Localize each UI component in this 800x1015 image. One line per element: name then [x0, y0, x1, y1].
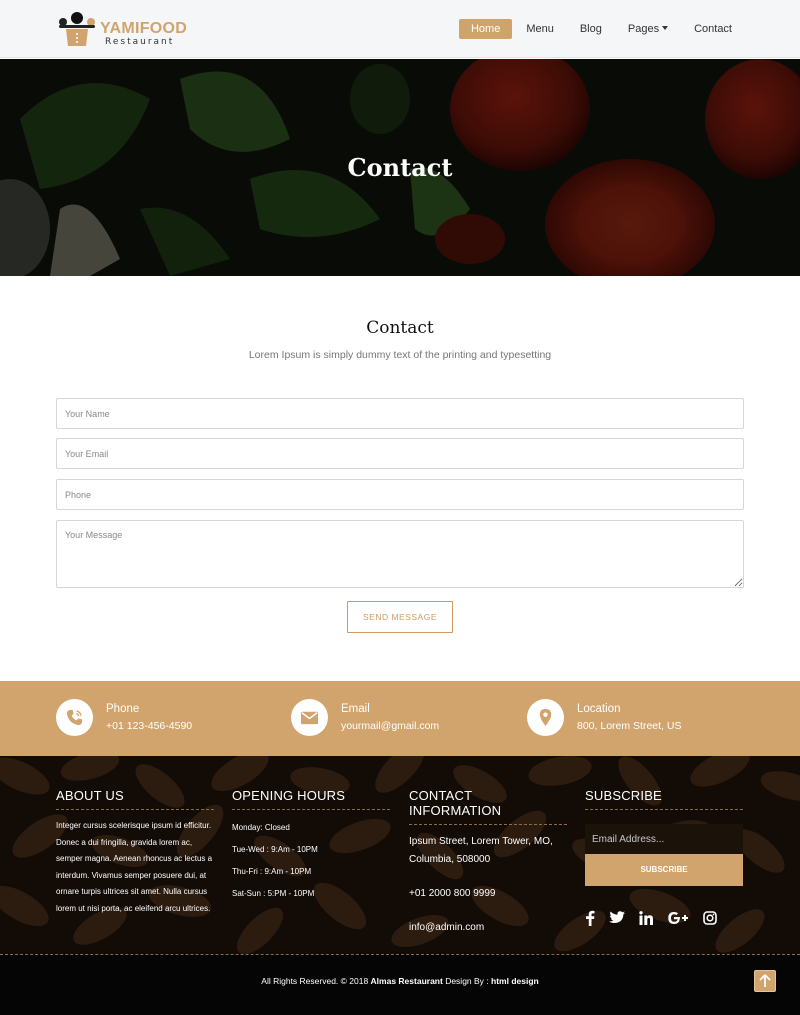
hours-line: Sat-Sun : 5:PM - 10PM — [232, 889, 315, 898]
about-text: Integer cursus scelerisque ipsum id effi… — [56, 821, 213, 913]
hours-line: Tue-Wed : 9:Am - 10PM — [232, 845, 318, 854]
send-message-button[interactable]: SEND MESSAGE — [347, 601, 453, 633]
contact-address-line1: Ipsum Street, Lorem Tower, MO, — [409, 836, 553, 847]
main-menu: Home Menu Blog Pages Contact — [457, 19, 744, 39]
copyright-middle: Design By : — [442, 976, 492, 986]
footer-subscribe: SUBSCRIBE SUBSCRIBE — [585, 788, 743, 948]
contact-subtitle: Lorem Ipsum is simply dummy text of the … — [248, 349, 552, 361]
navbar: YAMIFOOD Restaurant Home Menu Blog Pages… — [0, 0, 800, 58]
info-email-label: Email — [341, 703, 370, 715]
copyright-company-link[interactable]: Almas Restaurant — [371, 976, 443, 986]
subscribe-title: SUBSCRIBE — [585, 788, 743, 810]
footer-hours: OPENING HOURS Monday: Closed Tue-Wed : 9… — [232, 788, 390, 898]
contact-email[interactable]: info@admin.com — [409, 919, 567, 937]
brand-name: YAMIFOOD — [100, 20, 188, 37]
message-textarea[interactable] — [56, 520, 744, 588]
info-location-value: 800, Lorem Street, US — [577, 720, 682, 732]
twitter-icon[interactable] — [609, 910, 625, 926]
nav-contact[interactable]: Contact — [682, 19, 744, 39]
nav-home[interactable]: Home — [458, 19, 513, 39]
contact-info-title: CONTACT INFORMATION — [409, 788, 567, 825]
info-email-value: yourmail@gmail.com — [341, 720, 440, 732]
brand-logo[interactable]: YAMIFOOD Restaurant — [56, 12, 188, 48]
nav-blog[interactable]: Blog — [568, 19, 614, 39]
copyright-text: All Rights Reserved. © 2018 Almas Restau… — [0, 976, 800, 986]
hours-title: OPENING HOURS — [232, 788, 390, 810]
footer-contact-info: CONTACT INFORMATION Ipsum Street, Lorem … — [409, 788, 567, 937]
info-location-label: Location — [577, 703, 621, 715]
email-input[interactable] — [56, 438, 744, 469]
subscribe-button[interactable]: SUBSCRIBE — [585, 854, 743, 886]
brand-tagline: Restaurant — [105, 37, 175, 47]
about-title: ABOUT US — [56, 788, 214, 810]
chef-logo-icon — [59, 12, 95, 46]
instagram-icon[interactable] — [703, 910, 717, 926]
google-plus-icon[interactable] — [667, 910, 689, 926]
nav-pages-label: Pages — [627, 23, 660, 35]
caret-down-icon — [662, 26, 669, 30]
social-links — [585, 910, 731, 926]
contact-phone[interactable]: +01 2000 800 9999 — [409, 885, 567, 903]
footer: ABOUT US Integer cursus scelerisque ipsu… — [0, 756, 800, 954]
contact-title: Contact — [366, 318, 434, 338]
facebook-icon[interactable] — [585, 910, 595, 926]
map-pin-icon — [539, 708, 552, 727]
hero-title: Contact — [347, 153, 453, 182]
contact-address-line2: Columbia, 508000 — [409, 854, 491, 865]
copyright-designer-link[interactable]: html design — [491, 976, 539, 986]
phone-input[interactable] — [56, 479, 744, 510]
copyright-bar: All Rights Reserved. © 2018 Almas Restau… — [0, 954, 800, 1015]
footer-about: ABOUT US Integer cursus scelerisque ipsu… — [56, 788, 214, 917]
subscribe-email-input[interactable] — [585, 824, 743, 854]
nav-pages[interactable]: Pages — [616, 19, 680, 39]
linkedin-icon[interactable] — [639, 910, 653, 926]
copyright-prefix: All Rights Reserved. © 2018 — [261, 976, 371, 986]
envelope-icon — [300, 711, 319, 725]
back-to-top-button[interactable] — [754, 970, 776, 992]
hours-line: Thu-Fri : 9:Am - 10PM — [232, 867, 312, 876]
nav-menu[interactable]: Menu — [514, 19, 566, 39]
hours-line: Monday: Closed — [232, 823, 290, 832]
contact-info-bar: Phone +01 123-456-4590 Email yourmail@gm… — [0, 681, 800, 756]
arrow-up-icon — [759, 974, 771, 987]
info-phone-value: +01 123-456-4590 — [106, 720, 193, 732]
phone-icon — [66, 709, 83, 726]
name-input[interactable] — [56, 398, 744, 429]
hero-banner: Contact — [0, 59, 800, 276]
info-phone-label: Phone — [106, 703, 140, 715]
